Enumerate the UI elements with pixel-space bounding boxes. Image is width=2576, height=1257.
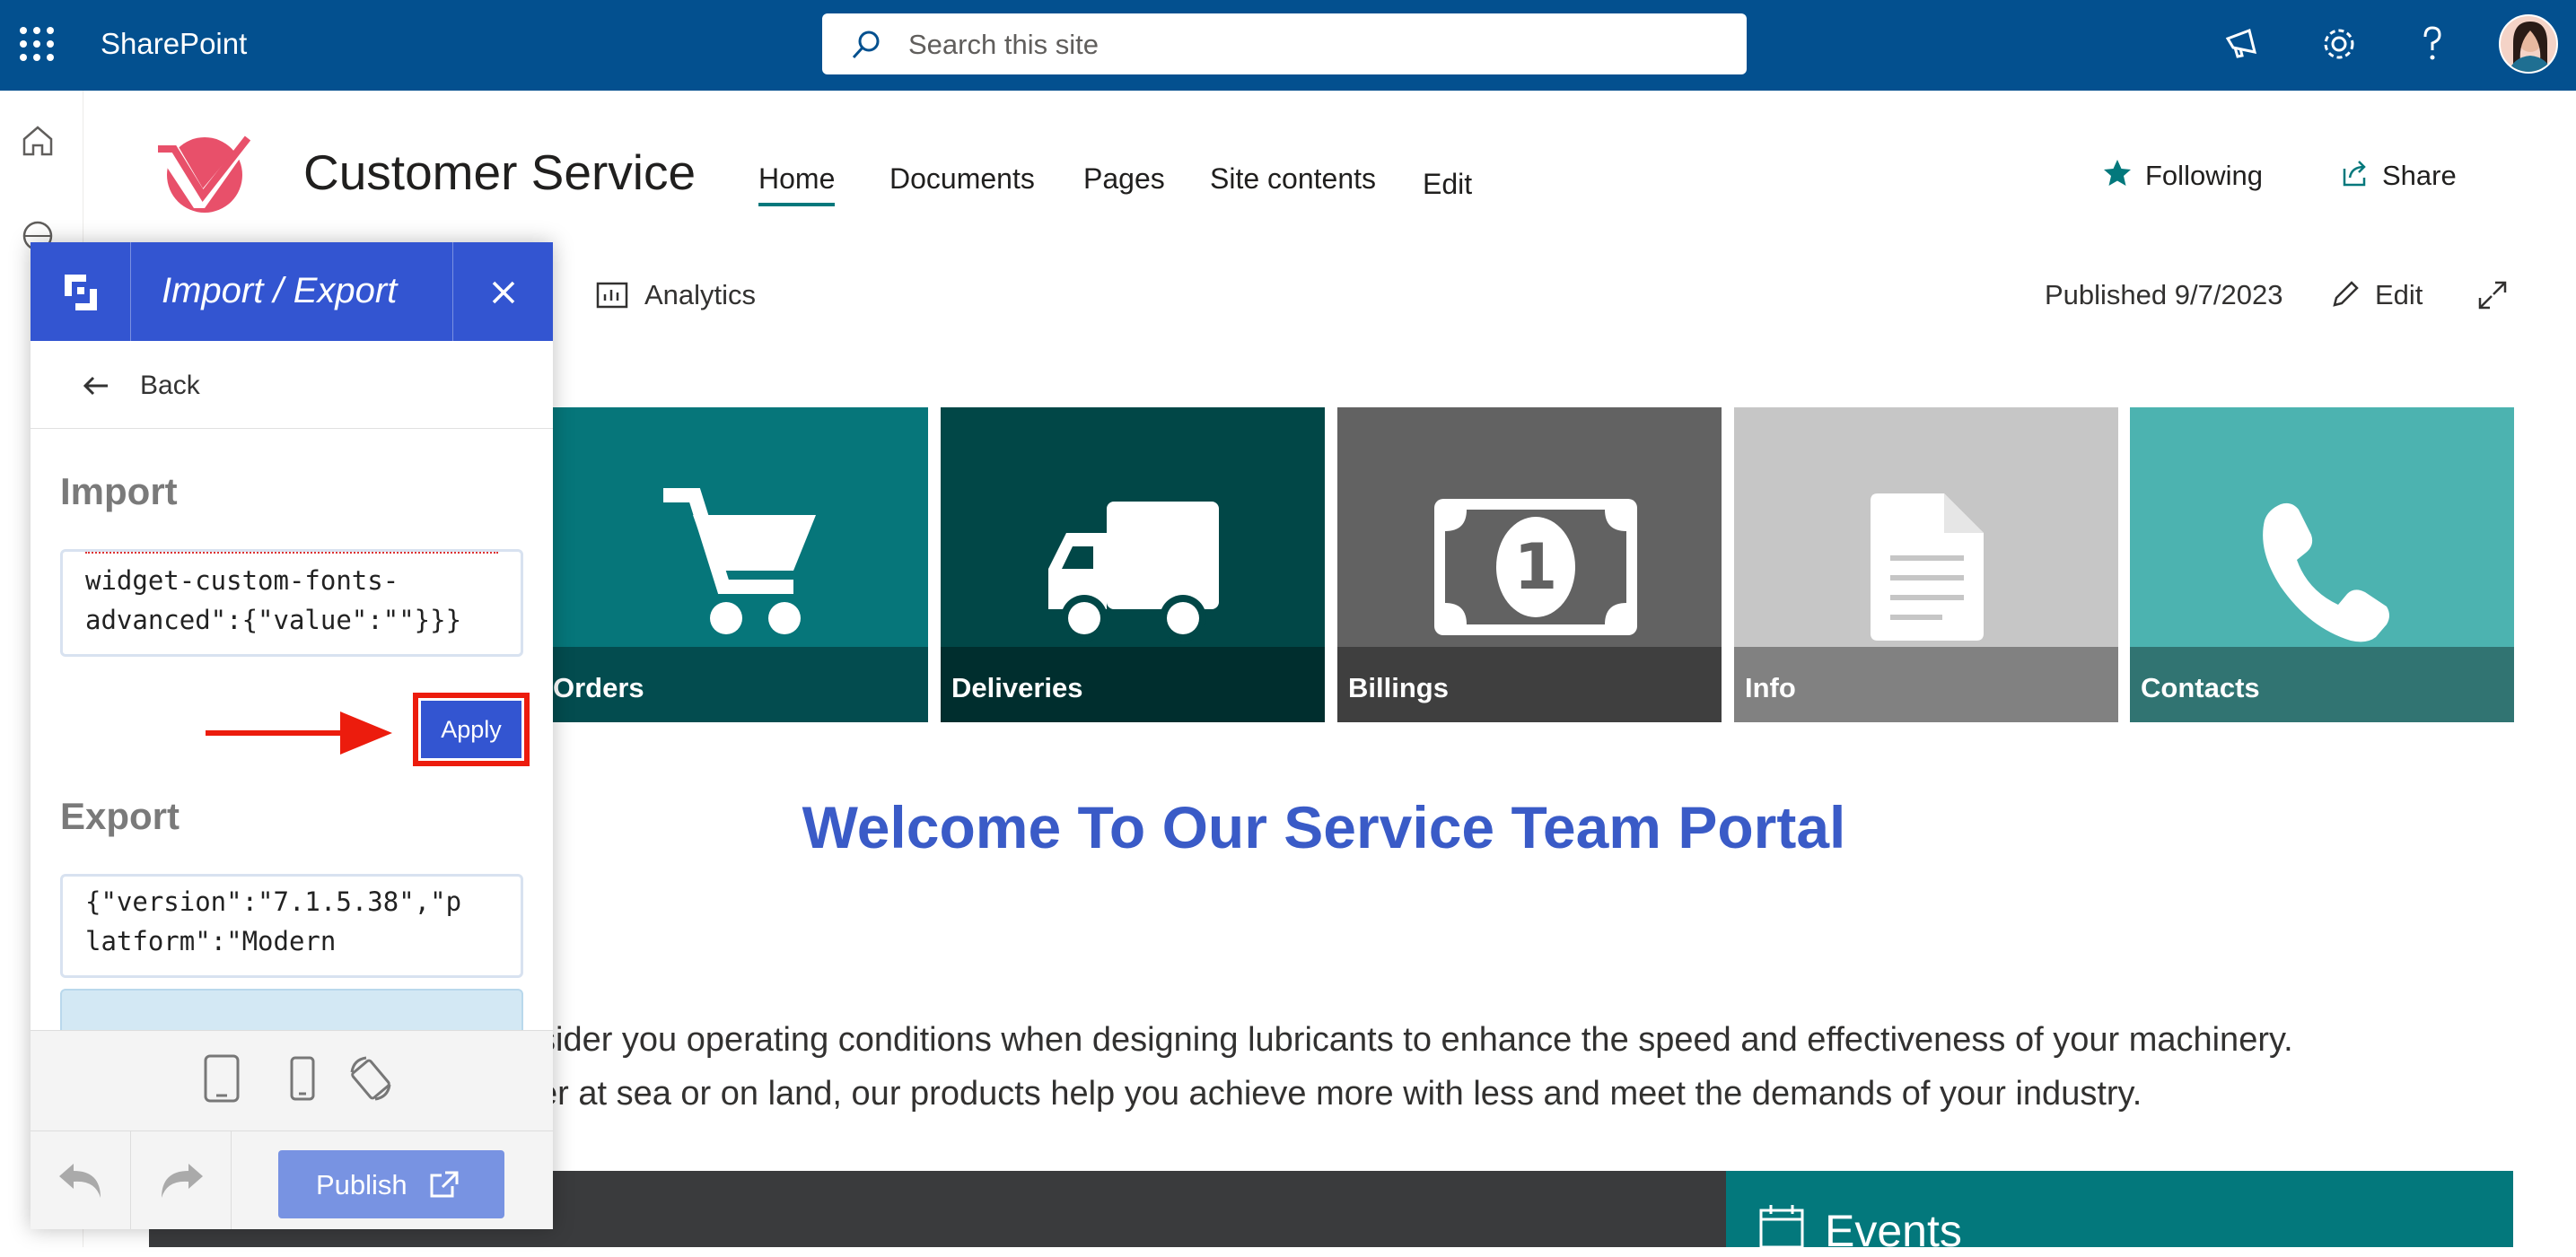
tile-label: Billings xyxy=(1337,647,1722,722)
events-header[interactable]: Events xyxy=(1726,1171,2513,1256)
tile-info[interactable]: Info xyxy=(1734,407,2118,722)
document-icon xyxy=(1871,493,1984,641)
megaphone-icon[interactable] xyxy=(2222,22,2265,65)
home-icon[interactable] xyxy=(20,123,56,159)
back-label: Back xyxy=(140,371,200,400)
export-textarea[interactable]: {"version":"7.1.5.38","p latform":"Moder… xyxy=(60,874,523,978)
rotate-device-icon[interactable] xyxy=(346,1054,395,1103)
export-line-2: latform":"Modern xyxy=(85,926,337,956)
publish-label: Publish xyxy=(316,1169,407,1200)
import-heading: Import xyxy=(60,470,178,512)
import-line-2: advanced":{"value":""}}} xyxy=(85,605,462,635)
panel-header: Import / Export xyxy=(31,242,553,341)
tablet-icon[interactable] xyxy=(197,1054,246,1103)
suite-bar: SharePoint Search this site xyxy=(0,0,2576,91)
redo-button[interactable] xyxy=(131,1130,232,1229)
help-icon[interactable] xyxy=(2411,22,2454,65)
svg-text:1: 1 xyxy=(1514,530,1558,604)
panel-title: Import / Export xyxy=(162,271,398,310)
back-button[interactable]: Back xyxy=(31,341,553,429)
intro-text-line-2: er at sea or on land, our products help … xyxy=(539,1075,2142,1113)
undo-icon xyxy=(59,1164,101,1198)
apply-button[interactable]: Apply xyxy=(418,698,524,761)
phone-icon xyxy=(2263,502,2389,642)
nav-edit[interactable]: Edit xyxy=(1423,168,1472,201)
cart-icon xyxy=(663,488,816,634)
expand-icon[interactable] xyxy=(2477,280,2508,310)
analytics-label: Analytics xyxy=(644,279,757,310)
settings-gear-icon[interactable] xyxy=(2318,22,2361,65)
search-placeholder: Search this site xyxy=(908,29,1099,60)
apply-highlight: Apply xyxy=(413,693,530,766)
analytics-icon xyxy=(596,282,628,309)
import-export-panel: Import / Export Back Import widget-custo… xyxy=(31,242,553,1229)
calendar-icon xyxy=(1759,1205,1804,1247)
tile-deliveries[interactable]: Deliveries xyxy=(941,407,1325,722)
export-heading: Export xyxy=(60,795,180,837)
panel-close-button[interactable] xyxy=(452,242,553,341)
import-textarea[interactable]: widget-custom-fonts- advanced":{"value":… xyxy=(60,549,523,657)
external-link-icon xyxy=(430,1171,459,1198)
mobile-icon[interactable] xyxy=(278,1054,327,1103)
banknote-icon: 1 xyxy=(1434,499,1637,635)
edit-label: Edit xyxy=(2375,279,2423,310)
tile-billings[interactable]: 1 Billings xyxy=(1337,407,1722,722)
panel-logo-icon xyxy=(31,242,131,341)
site-logo-icon[interactable] xyxy=(151,126,257,215)
export-line-1: {"version":"7.1.5.38","p xyxy=(85,886,462,917)
close-icon xyxy=(492,281,515,304)
undo-button[interactable] xyxy=(31,1130,131,1229)
tile-label: Orders xyxy=(542,647,928,722)
arrow-left-icon xyxy=(83,376,108,396)
star-icon xyxy=(2104,160,2131,186)
publish-button[interactable]: Publish xyxy=(278,1150,504,1218)
welcome-heading: Welcome To Our Service Team Portal xyxy=(802,794,1846,860)
share-label: Share xyxy=(2382,160,2457,191)
nav-site-contents[interactable]: Site contents xyxy=(1210,162,1376,196)
events-label: Events xyxy=(1825,1206,1962,1256)
redo-icon xyxy=(162,1164,203,1198)
following-label: Following xyxy=(2145,160,2263,191)
nav-documents[interactable]: Documents xyxy=(889,162,1035,196)
arrow-right-annotation xyxy=(206,711,392,755)
app-launcher-icon[interactable] xyxy=(20,27,54,61)
tile-label: Info xyxy=(1734,647,2118,722)
truck-icon xyxy=(1048,502,1219,642)
intro-text-line-1: sider you operating conditions when desi… xyxy=(539,1021,2293,1059)
import-line-1: widget-custom-fonts- xyxy=(85,565,399,596)
site-title[interactable]: Customer Service xyxy=(303,144,696,201)
tile-label: Deliveries xyxy=(941,647,1325,722)
search-icon xyxy=(852,31,880,59)
user-avatar[interactable] xyxy=(2499,14,2558,74)
tile-label: Contacts xyxy=(2130,647,2514,722)
share-icon xyxy=(2343,161,2366,187)
published-date: Published 9/7/2023 xyxy=(2045,279,2283,310)
nav-pages[interactable]: Pages xyxy=(1083,162,1165,196)
tile-contacts[interactable]: Contacts xyxy=(2130,407,2514,722)
app-brand[interactable]: SharePoint xyxy=(101,27,247,61)
pencil-icon xyxy=(2333,281,2359,307)
nav-home[interactable]: Home xyxy=(758,162,836,206)
tile-orders[interactable]: Orders xyxy=(542,407,928,722)
site-search-box[interactable]: Search this site xyxy=(822,13,1747,74)
